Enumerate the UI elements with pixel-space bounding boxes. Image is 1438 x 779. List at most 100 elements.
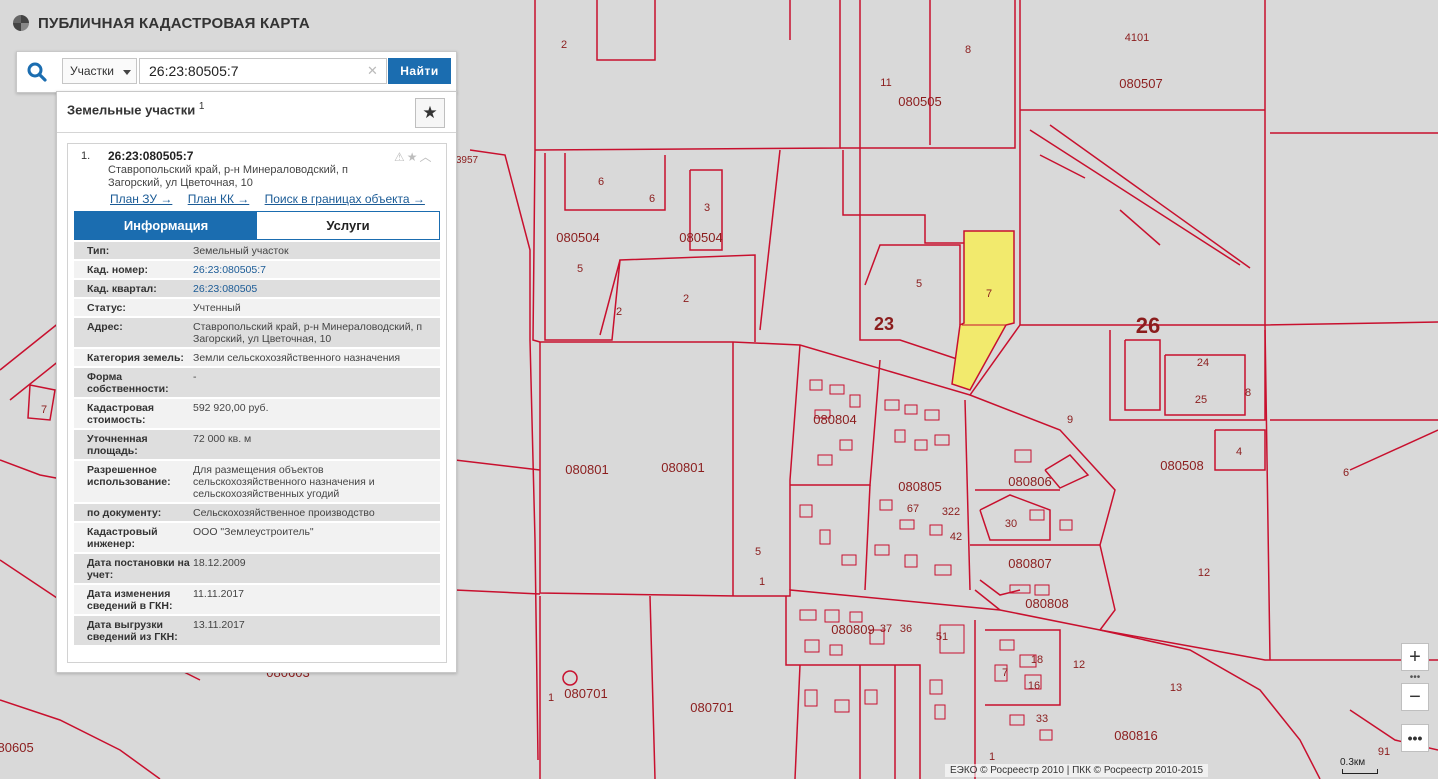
info-row: Кад. номер: 26:23:080505:7 (74, 261, 440, 280)
map-label: 7 (1002, 667, 1008, 679)
map-label: 080701 (564, 686, 607, 701)
map-label: 5 (916, 278, 922, 290)
divider (57, 132, 456, 133)
map-label: 080809 (831, 622, 874, 637)
map-label: 91 (1378, 746, 1390, 758)
info-value[interactable]: 26:23:080505 (193, 280, 440, 297)
tab-services[interactable]: Услуги (257, 212, 439, 239)
info-row: Адрес: Ставропольский край, р-н Минералов… (74, 318, 440, 349)
info-value: Земли сельскохозяйственного назначения (193, 352, 401, 364)
map-label: 080807 (1008, 556, 1051, 571)
map-label: 2 (683, 293, 689, 305)
result-actions: ⚠★︿ (394, 148, 434, 165)
map-label: 42 (950, 531, 962, 543)
map-label: 080505 (898, 94, 941, 109)
map-label: 8 (1245, 387, 1251, 399)
map-label: 12 (1073, 659, 1085, 671)
info-key: Уточненная площадь: (87, 433, 148, 457)
info-row: Статус: Учтенный (74, 299, 440, 318)
info-value: 13.11.2017 (193, 619, 245, 631)
map-label: 080504 (679, 230, 722, 245)
map-label: 080804 (813, 412, 856, 427)
map-label: 36 (900, 623, 912, 635)
info-key: Дата изменения сведений в ГКН: (87, 588, 173, 612)
result-tabs: Информация Услуги (74, 211, 440, 240)
map-label: 080816 (1114, 728, 1157, 743)
map-label: 080701 (690, 700, 733, 715)
info-value: 592 920,00 руб. (193, 402, 269, 414)
info-row: Дата изменения сведений в ГКН: 11.11.2017 (74, 585, 440, 616)
map-label: 080507 (1119, 76, 1162, 91)
map-label: 5 (755, 546, 761, 558)
info-row: Кадастровая стоимость: 592 920,00 руб. (74, 399, 440, 430)
map-label: 080808 (1025, 596, 1068, 611)
info-row: Категория земель: Земли сельскохозяйствен… (74, 349, 440, 368)
map-label: 37 (880, 623, 892, 635)
scale-label: 0.3км (1340, 757, 1366, 768)
result-links: План ЗУ → План КК → Поиск в границах объ… (110, 192, 437, 206)
search-type-select[interactable]: Участки (62, 58, 137, 84)
collapse-icon[interactable]: ︿ (420, 150, 434, 164)
search-input[interactable] (139, 58, 387, 84)
map-label: 5 (577, 263, 583, 275)
map-label: 080801 (565, 462, 608, 477)
info-key: Тип: (87, 245, 110, 257)
zoom-out-button[interactable]: − (1401, 683, 1429, 711)
info-key: по документу: (87, 507, 162, 519)
star-icon[interactable]: ★ (407, 150, 420, 164)
plan-zu-link[interactable]: План ЗУ → (110, 192, 172, 206)
map-label: 080806 (1008, 474, 1051, 489)
plan-kk-link[interactable]: План КК → (188, 192, 250, 206)
search-in-bounds-link[interactable]: Поиск в границах объекта → (265, 192, 425, 206)
info-row: Дата выгрузки сведений из ГКН: 13.11.2017 (74, 616, 440, 647)
info-row: Уточненная площадь: 72 000 кв. м (74, 430, 440, 461)
result-cad-number[interactable]: 26:23:080505:7 (108, 149, 193, 163)
info-key: Дата постановки на учет: (87, 557, 190, 581)
info-row: по документу: Сельскохозяйственное произв… (74, 504, 440, 523)
map-label: 1 (759, 576, 765, 588)
more-button[interactable]: ••• (1401, 724, 1429, 752)
map-label: 9 (1067, 414, 1073, 426)
favorite-button[interactable]: ★ (415, 98, 445, 128)
map-label: 8 (965, 44, 971, 56)
info-key: Кадастровый инженер: (87, 526, 158, 550)
tab-info[interactable]: Информация (75, 212, 257, 239)
info-key: Кадастровая стоимость: (87, 402, 154, 426)
clear-icon[interactable]: ✕ (367, 63, 378, 79)
info-row: Разрешенное использование: Для размещения… (74, 461, 440, 504)
info-value: 11.11.2017 (193, 588, 244, 600)
map-label: 23 (874, 314, 894, 334)
info-key: Дата выгрузки сведений из ГКН: (87, 619, 178, 643)
info-value: - (193, 371, 197, 383)
search-type-label: Участки (70, 64, 114, 78)
map-label: 6 (598, 176, 604, 188)
map-label: 2 (616, 306, 622, 318)
results-count: 1 (198, 101, 205, 112)
info-key: Адрес: (87, 321, 123, 333)
info-value: Ставропольский край, р-н Минераловодский… (193, 321, 423, 345)
search-icon[interactable] (25, 60, 49, 84)
map-label: 6 (1343, 467, 1349, 479)
map-label: 24 (1197, 357, 1209, 369)
map-label: 080508 (1160, 458, 1203, 473)
find-button[interactable]: Найти (388, 58, 451, 84)
panel-title: Земельные участки 1 (67, 101, 204, 117)
map-label: 67 (907, 503, 919, 515)
zoom-slider-icon[interactable]: ••• (1401, 671, 1429, 683)
search-bar: Участки ✕ Найти (16, 51, 457, 93)
map-label: 26 (1136, 313, 1160, 338)
map-label: 51 (936, 631, 948, 643)
info-key: Кад. квартал: (87, 283, 157, 295)
map-label: 3957 (456, 155, 479, 166)
zoom-in-button[interactable]: + (1401, 643, 1429, 671)
info-key: Статус: (87, 302, 126, 314)
warning-icon[interactable]: ⚠ (394, 150, 407, 164)
app-title: ПУБЛИЧНАЯ КАДАСТРОВАЯ КАРТА (38, 14, 310, 32)
map-label: 7 (986, 288, 992, 300)
info-value: 72 000 кв. м (193, 433, 252, 445)
info-value[interactable]: 26:23:080505:7 (193, 261, 440, 278)
copyright: ЕЭКО © Росреестр 2010 | ПКК © Росреестр … (945, 764, 1209, 777)
chevron-down-icon (123, 70, 131, 75)
map-label: 080504 (556, 230, 599, 245)
app-header: ПУБЛИЧНАЯ КАДАСТРОВАЯ КАРТА (12, 14, 310, 32)
